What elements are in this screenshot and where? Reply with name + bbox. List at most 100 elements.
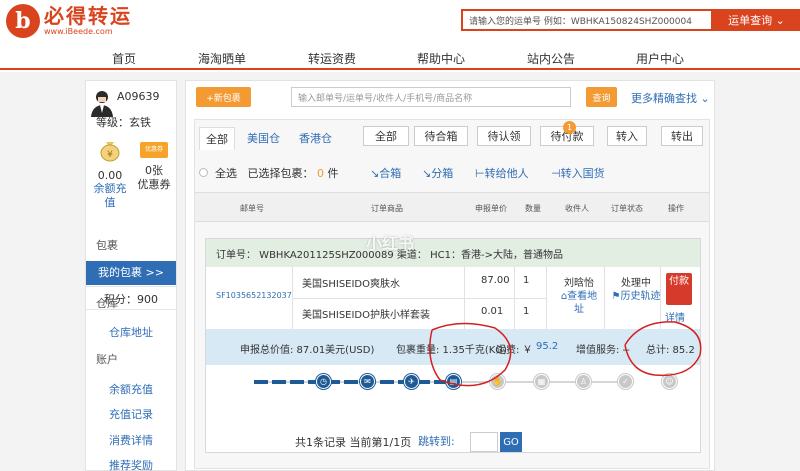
- wallet-widget: ¥ 0.00 余额充值: [92, 136, 128, 210]
- merge-box-action[interactable]: ↘合箱: [370, 165, 401, 181]
- pay-button[interactable]: 付款: [666, 273, 692, 305]
- nav-rates[interactable]: 转运资费: [308, 50, 356, 67]
- th-operation: 操作: [668, 204, 684, 213]
- selected-unit: 件: [327, 167, 339, 180]
- sidebar-section-account: 账户: [96, 353, 118, 366]
- sidebar-item-consumption[interactable]: 消费详情: [86, 432, 176, 448]
- nav-home[interactable]: 首页: [112, 50, 136, 67]
- nav-announcements[interactable]: 站内公告: [527, 50, 575, 67]
- parcel-query-button[interactable]: 查询: [586, 87, 617, 107]
- selected-count: 0: [317, 167, 324, 180]
- sidebar-item-recharge[interactable]: 余额充值: [86, 381, 176, 397]
- sidebar: A09639 等级：玄铁 ¥ 0.00 余额充值 优惠券 0张 优惠券 积分：9…: [85, 80, 177, 471]
- split-box-action[interactable]: ↘分箱: [422, 165, 453, 181]
- parcel-list-panel: 全部 美国仓 香港仓 全部 待合箱 待认领 待付款 1 转入 转出 全选 已选择…: [194, 119, 710, 469]
- smile-icon: ☺: [662, 374, 677, 389]
- package-icon: ▤: [446, 374, 461, 389]
- brand-url: www.iBeede.com: [44, 27, 113, 36]
- user-id: A09639: [117, 90, 160, 103]
- status-transfer-out-button[interactable]: 转出: [661, 126, 703, 146]
- jump-to-label: 跳转到:: [418, 435, 455, 448]
- go-button[interactable]: GO: [500, 432, 522, 452]
- order-total: 总计: 85.2: [646, 345, 695, 356]
- advanced-search-link[interactable]: 更多精确查找 ⌄: [631, 90, 710, 106]
- select-all-radio[interactable]: [199, 168, 208, 177]
- sidebar-item-my-parcels[interactable]: 我的包裹 >>: [86, 261, 176, 285]
- sidebar-item-warehouse-address[interactable]: 仓库地址: [86, 324, 176, 340]
- sidebar-item-referral[interactable]: 推荐奖励: [86, 457, 176, 471]
- pagination-summary: 共1条记录 当前第1/1页: [295, 436, 412, 449]
- logo-mark: b: [6, 4, 40, 38]
- select-row: 全选 已选择包裹： 0 件: [215, 165, 339, 181]
- item-name: 美国SHISEIDO爽肤水: [302, 279, 401, 290]
- plane-icon: ✈: [404, 374, 419, 389]
- sidebar-item-recharge-history[interactable]: 充值记录: [86, 406, 176, 422]
- waybill-search-button[interactable]: 运单查询 ⌄: [713, 9, 800, 31]
- order-status: 处理中: [621, 278, 651, 289]
- detail-link[interactable]: 详情: [665, 309, 685, 324]
- item-qty: 1: [523, 306, 530, 317]
- recipient-name: 刘晗怡: [564, 278, 594, 289]
- value-added-service: 增值服务: --: [576, 345, 630, 356]
- th-status: 订单状态: [611, 204, 643, 213]
- waybill-search-input[interactable]: 请输入您的运单号 例如：WBHKA150824SHZ000004: [461, 9, 713, 31]
- status-pending-payment-button[interactable]: 待付款 1: [540, 121, 594, 146]
- item-price: 87.00: [481, 275, 510, 286]
- brand-name: 必得转运: [44, 4, 132, 28]
- select-all-label[interactable]: 全选: [215, 167, 237, 180]
- pending-payment-badge: 1: [563, 121, 576, 134]
- tracking-number-link[interactable]: SF1035652132037: [216, 291, 292, 300]
- th-qty: 数量: [525, 204, 541, 213]
- status-pending-merge-button[interactable]: 待合箱: [414, 126, 468, 146]
- shipping-fee-value: 95.2: [536, 341, 559, 352]
- jump-page-input[interactable]: [470, 432, 498, 452]
- order-header: 订单号： WBHKA201125SHZ000089 渠道： HC1：香港->大陆…: [206, 239, 700, 267]
- mail-icon: ✉: [360, 374, 375, 389]
- item-qty: 1: [523, 275, 530, 286]
- money-bag-icon: ¥: [100, 142, 120, 162]
- balance-value: 0.00: [97, 169, 123, 182]
- nav-showcase[interactable]: 海淘晒单: [198, 50, 246, 67]
- status-pending-claim-button[interactable]: 待认领: [477, 126, 531, 146]
- logo[interactable]: b 必得转运 www.iBeede.com: [6, 4, 132, 38]
- parcel-weight: 包裹重量: 1.35千克(KG): [396, 345, 507, 356]
- transfer-to-others-action[interactable]: ⊢转给他人: [475, 165, 529, 181]
- selected-label: 已选择包裹：: [247, 167, 314, 180]
- status-all-button[interactable]: 全部: [363, 126, 409, 146]
- coupon-icon: 优惠券: [140, 142, 168, 158]
- coupon-count: 0张: [145, 164, 163, 177]
- header: b 必得转运 www.iBeede.com 请输入您的运单号 例如：WBHKA1…: [0, 0, 800, 44]
- main-nav: 首页 海淘晒单 转运资费 帮助中心 站内公告 用户中心: [0, 44, 800, 75]
- sidebar-section-parcels: 包裹: [96, 239, 118, 252]
- transfer-domestic-action[interactable]: ⊣转入国货: [551, 165, 605, 181]
- parcel-search-input[interactable]: 输入邮单号/运单号/收件人/手机号/商品名称: [291, 87, 571, 107]
- coupon-label[interactable]: 优惠券: [134, 178, 174, 192]
- new-parcel-button[interactable]: +新包裹: [196, 87, 251, 107]
- item-name: 美国SHISEIDO护肤小样套装: [302, 310, 431, 321]
- shipping-progress: ◷ ✉ ✈ ▤ ✋ ▦ ♙ ✓ ☺: [206, 369, 700, 395]
- nav-user-center[interactable]: 用户中心: [621, 50, 699, 75]
- declared-value: 申报总价值: 87.01美元(USD): [240, 345, 375, 356]
- divider: [86, 286, 176, 287]
- main-panel: +新包裹 输入邮单号/运单号/收件人/手机号/商品名称 查询 更多精确查找 ⌄ …: [185, 80, 715, 471]
- order-summary: 申报总价值: 87.01美元(USD) 包裹重量: 1.35千克(KG) 运费:…: [206, 329, 700, 365]
- th-goods: 订单商品: [371, 204, 403, 213]
- shipping-fee-label: 运费: ￥: [496, 345, 533, 356]
- nav-help[interactable]: 帮助中心: [417, 50, 465, 67]
- tab-all[interactable]: 全部: [199, 127, 235, 150]
- tab-hk-warehouse[interactable]: 香港仓: [299, 130, 332, 146]
- item-price: 0.01: [481, 306, 504, 317]
- view-address-link[interactable]: ⌂查看地址: [561, 291, 597, 315]
- tab-us-warehouse[interactable]: 美国仓: [247, 130, 280, 146]
- th-price: 申报单价: [475, 204, 507, 213]
- person-icon: ♙: [576, 374, 591, 389]
- order-card: 订单号： WBHKA201125SHZ000089 渠道： HC1：香港->大陆…: [205, 238, 701, 453]
- recipient-cell: 刘晗怡 ⌂查看地址: [558, 277, 600, 316]
- hand-icon: ✋: [490, 374, 505, 389]
- user-level: 等级：玄铁: [96, 116, 151, 129]
- th-recipient: 收件人: [565, 204, 589, 213]
- balance-recharge-link[interactable]: 余额充值: [94, 182, 127, 209]
- status-transfer-in-button[interactable]: 转入: [607, 126, 647, 146]
- watermark: 小红书: [366, 234, 415, 253]
- history-track-link[interactable]: ⚑历史轨迹: [612, 291, 661, 302]
